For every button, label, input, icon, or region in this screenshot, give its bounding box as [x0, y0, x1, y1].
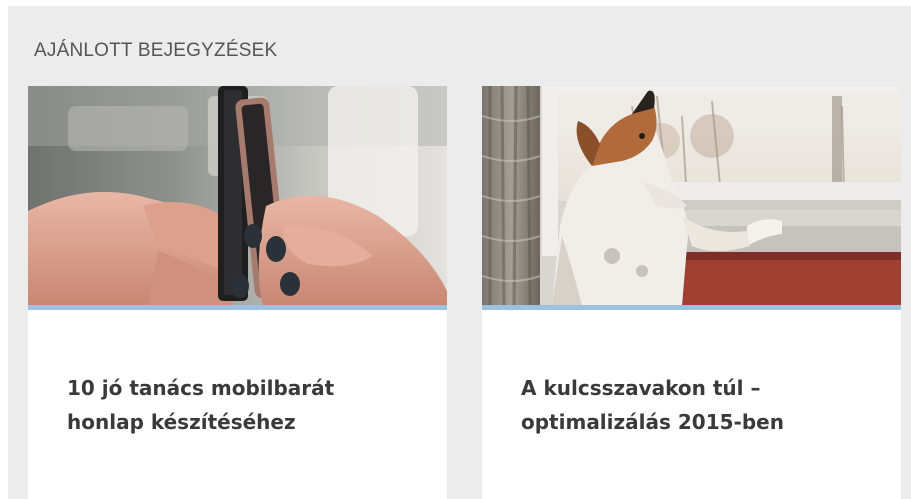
dog-looking-out-window-image — [482, 86, 901, 306]
card-accent-line — [482, 305, 901, 310]
section-title: AJÁNLOTT BEJEGYZÉSEK — [34, 40, 278, 61]
hands-holding-smartphones-image — [28, 86, 447, 306]
post-title[interactable]: A kulcsszavakon túl – optimalizálás 2015… — [521, 371, 871, 439]
post-image-dog[interactable] — [482, 86, 901, 306]
post-title[interactable]: 10 jó tanács mobilbarát honlap készítésé… — [67, 371, 417, 439]
post-card-2[interactable]: A kulcsszavakon túl – optimalizálás 2015… — [482, 86, 901, 499]
post-image-phones[interactable] — [28, 86, 447, 306]
card-accent-line — [28, 305, 447, 310]
featured-posts-panel: AJÁNLOTT BEJEGYZÉSEK 10 jó tanács mobilb… — [8, 6, 911, 499]
post-card-1[interactable]: 10 jó tanács mobilbarát honlap készítésé… — [28, 86, 447, 499]
